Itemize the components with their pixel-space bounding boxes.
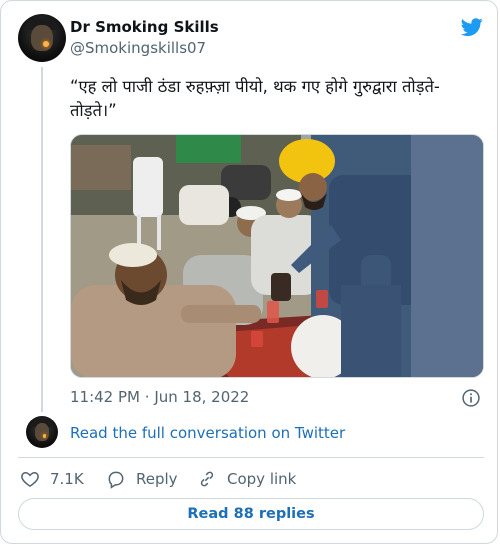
twitter-bird-icon[interactable] <box>460 16 484 38</box>
author-name[interactable]: Dr Smoking Skills <box>70 18 219 36</box>
reply-button[interactable]: Reply <box>106 468 178 490</box>
copy-link-button[interactable]: Copy link <box>197 468 296 490</box>
speech-bubble-icon <box>108 471 124 489</box>
tweet-time: 11:42 PM <box>70 388 140 406</box>
read-replies-button[interactable]: Read 88 replies <box>18 498 484 530</box>
author-avatar[interactable] <box>18 14 66 62</box>
info-icon[interactable] <box>461 388 481 408</box>
tweet-timestamp[interactable]: 11:42 PM · Jun 18, 2022 <box>70 388 249 406</box>
thread-line <box>41 67 43 412</box>
like-count: 7.1K <box>50 470 84 488</box>
tweet-card: Dr Smoking Skills @Smokingskills07 “एह ल… <box>0 0 498 544</box>
author-handle[interactable]: @Smokingskills07 <box>70 39 206 57</box>
tweet-photo[interactable] <box>70 134 484 378</box>
like-button[interactable]: 7.1K <box>20 468 84 490</box>
read-conversation-link[interactable]: Read the full conversation on Twitter <box>70 424 345 442</box>
heart-icon <box>21 471 39 487</box>
divider <box>18 457 484 458</box>
conversation-avatar[interactable] <box>26 416 58 448</box>
copy-link-label: Copy link <box>227 470 297 488</box>
tweet-date: Jun 18, 2022 <box>154 388 250 406</box>
reply-label: Reply <box>136 470 178 488</box>
tweet-text: “एह लो पाजी ठंडा रुहफ़्ज़ा पीयो, थक गए ह… <box>70 77 440 120</box>
timestamp-separator: · <box>144 388 150 406</box>
link-icon <box>200 471 214 487</box>
